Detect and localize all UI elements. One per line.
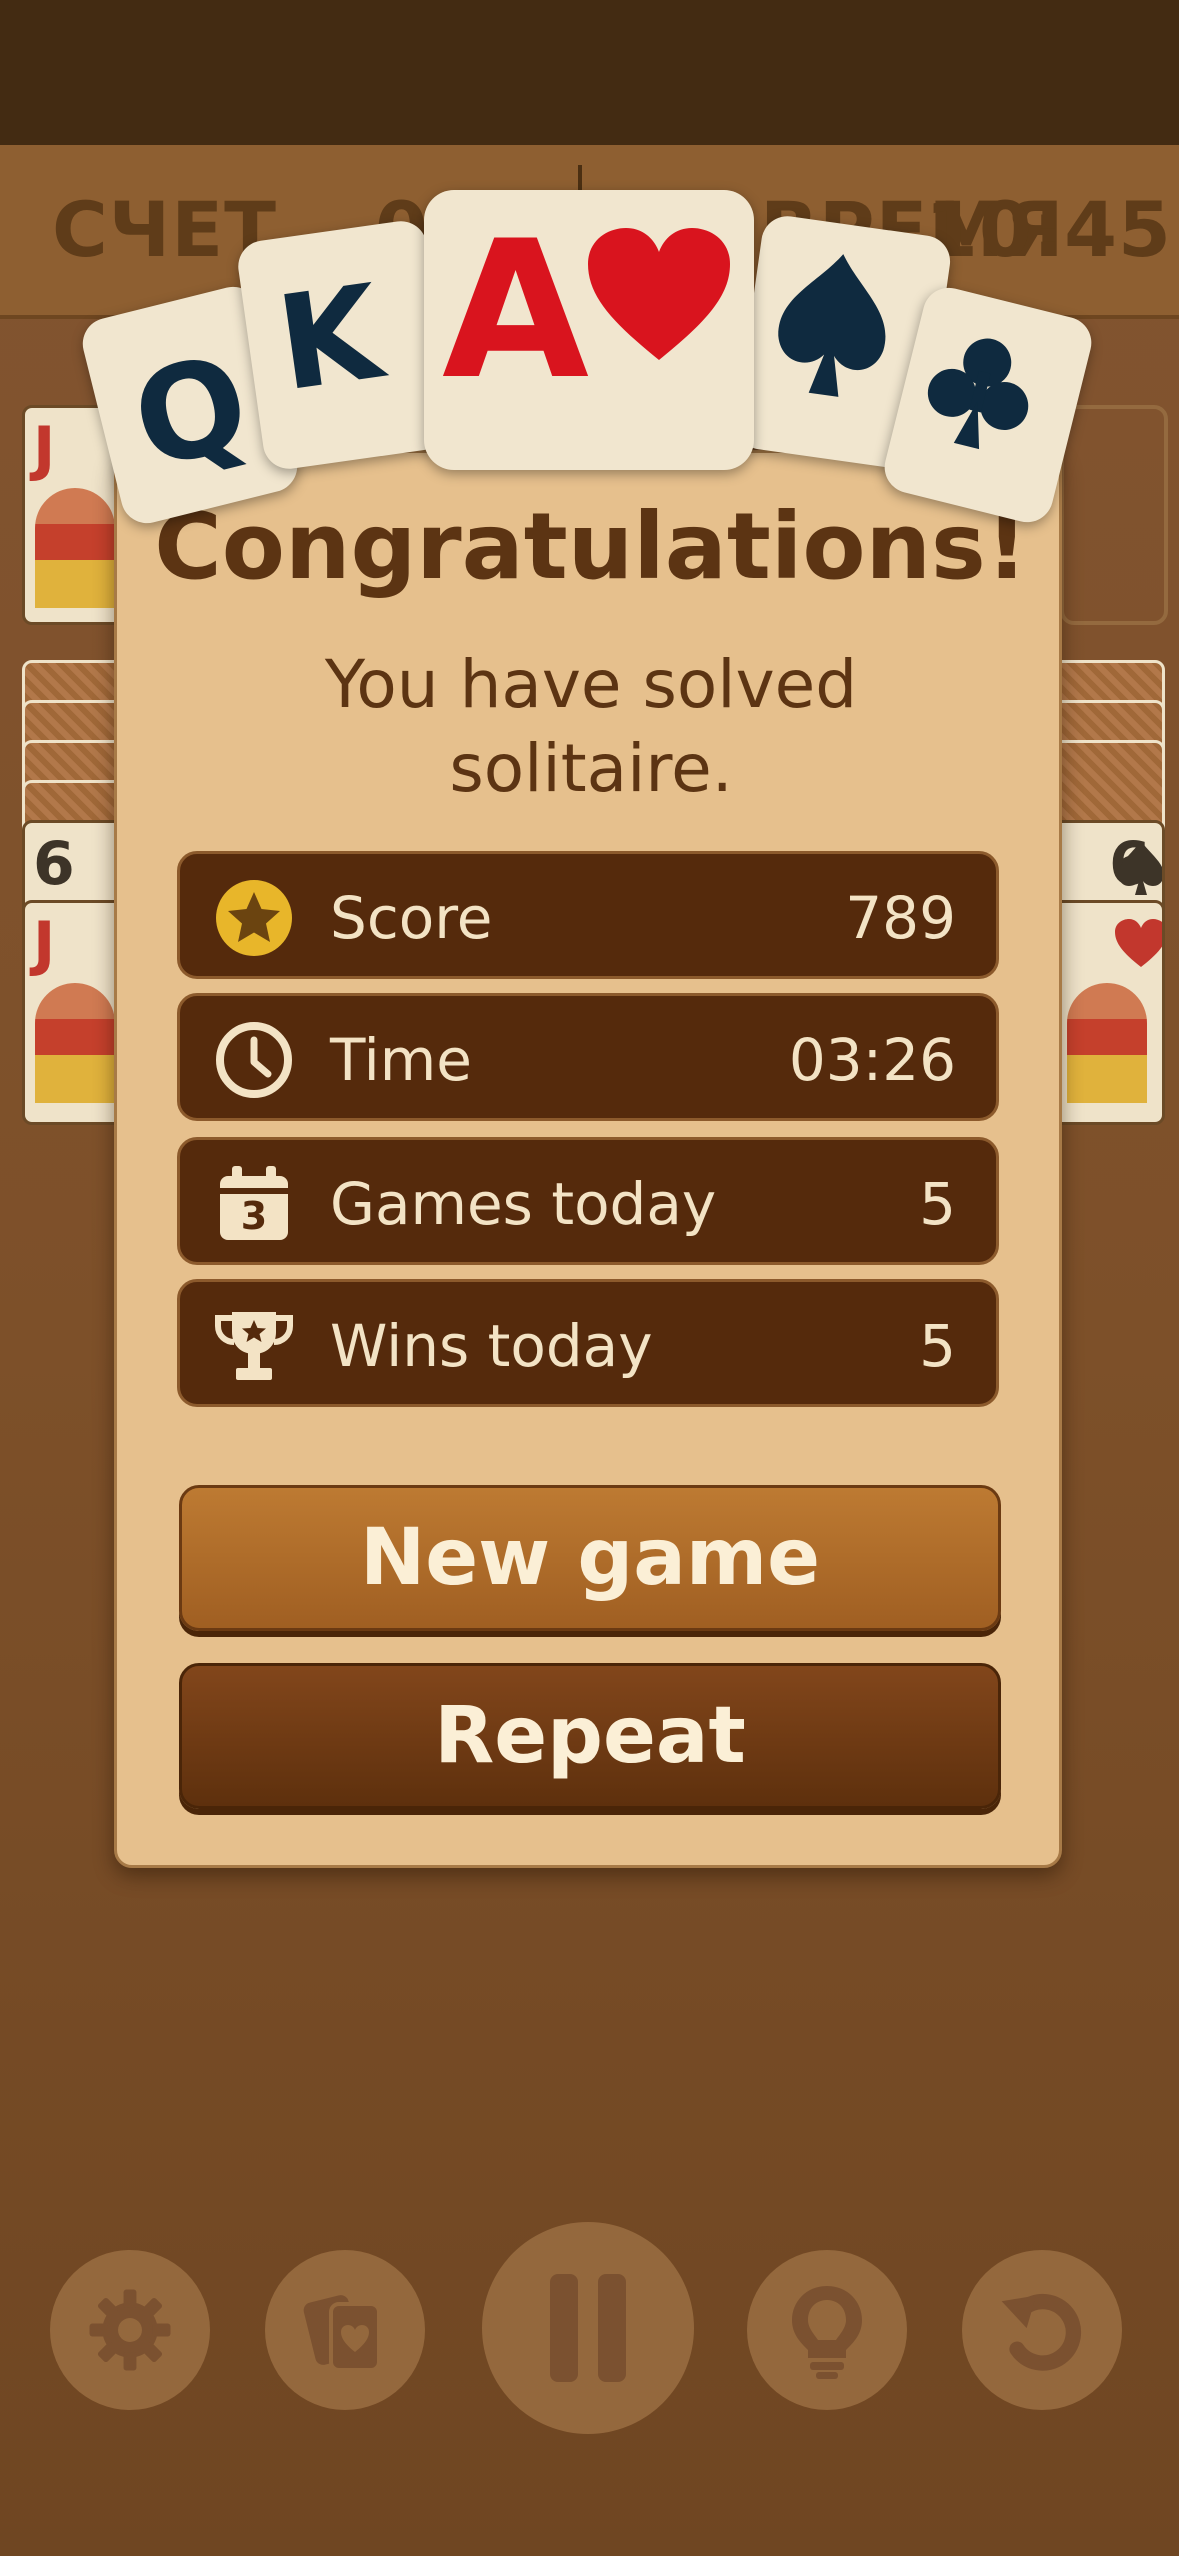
- queen-letter: Q: [118, 324, 263, 500]
- stat-value: 03:26: [788, 1026, 956, 1094]
- pause-button[interactable]: [482, 2222, 694, 2434]
- stat-label: Score: [330, 884, 493, 952]
- undo-button[interactable]: [962, 2250, 1122, 2410]
- repeat-button[interactable]: Repeat: [179, 1663, 1001, 1809]
- dialog-subtitle: You have solved solitaire.: [324, 646, 858, 807]
- tableau-jack-card-right[interactable]: [1050, 900, 1165, 1125]
- calendar-icon: 3: [214, 1164, 294, 1244]
- stat-value: 5: [919, 1170, 956, 1238]
- stat-label: Wins today: [330, 1312, 653, 1380]
- victory-dialog: Congratulations! You have solved solitai…: [114, 450, 1062, 1868]
- status-bar: [0, 0, 1179, 145]
- heart-icon: [588, 228, 730, 360]
- stat-row-time: Time 03:26: [177, 993, 999, 1121]
- header-king-card: K: [234, 217, 456, 473]
- card-rank: J: [33, 909, 56, 979]
- lightbulb-icon: [792, 2286, 862, 2379]
- ace-letter: A: [442, 200, 590, 421]
- jack-figure-icon: [35, 488, 115, 608]
- card-rank: 6: [33, 829, 75, 899]
- jack-figure-icon: [1067, 983, 1147, 1103]
- spade-icon: [778, 254, 886, 397]
- clock-icon: [216, 1022, 292, 1098]
- pause-icon: [550, 2274, 626, 2382]
- stat-label: Games today: [330, 1170, 717, 1238]
- star-icon: [216, 880, 292, 956]
- hint-button[interactable]: [747, 2250, 907, 2410]
- new-game-button[interactable]: New game: [179, 1485, 1001, 1631]
- deck-button[interactable]: [265, 2250, 425, 2410]
- card-rank: J: [33, 414, 56, 484]
- stat-row-score: Score 789: [177, 851, 999, 979]
- stat-label: Time: [330, 1026, 472, 1094]
- club-icon: [927, 338, 1029, 450]
- header-ace-card: A: [424, 190, 754, 470]
- dialog-title: Congratulations!: [154, 493, 1028, 600]
- undo-icon: [1001, 2293, 1082, 2371]
- cards-icon: [303, 2295, 381, 2372]
- time-value: 10:45: [925, 185, 1172, 274]
- stat-value: 5: [919, 1312, 956, 1380]
- jack-figure-icon: [35, 983, 115, 1103]
- gear-icon: [89, 2289, 171, 2371]
- trophy-icon: [215, 1312, 293, 1380]
- spade-icon: [1118, 841, 1162, 895]
- stat-row-wins-today: Wins today 5: [177, 1279, 999, 1407]
- settings-button[interactable]: [50, 2250, 210, 2410]
- king-letter: K: [268, 255, 390, 421]
- calendar-day: 3: [240, 1194, 268, 1238]
- empty-foundation-slot[interactable]: [1060, 405, 1168, 625]
- stat-row-games-today: 3 Games today 5: [177, 1137, 999, 1265]
- stat-value: 789: [845, 884, 956, 952]
- heart-icon: [1115, 919, 1162, 967]
